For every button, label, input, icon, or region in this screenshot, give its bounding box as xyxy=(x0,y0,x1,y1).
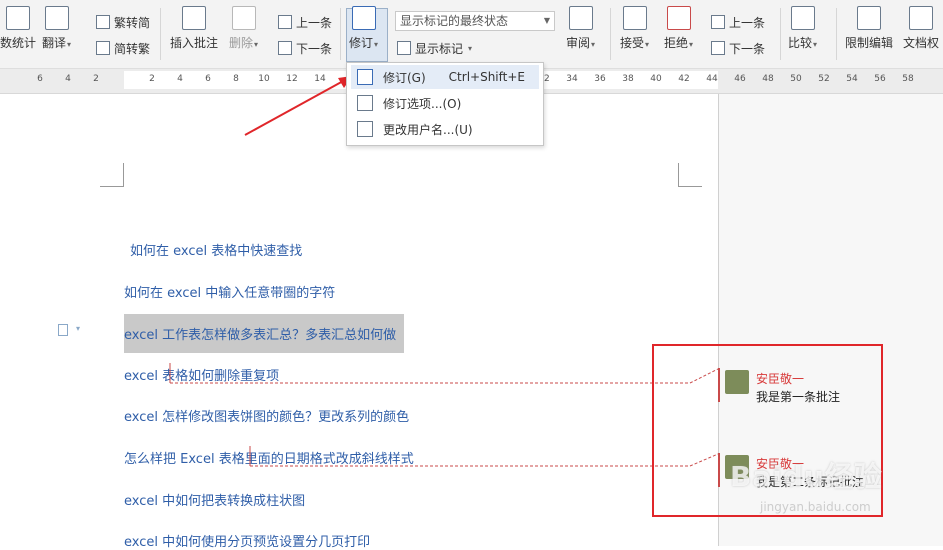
ruler-tick-label: 8 xyxy=(233,74,239,84)
doc-line-selected: excel 工作表怎样做多表汇总？多表汇总如何做 xyxy=(124,314,405,353)
compare-icon xyxy=(790,6,815,30)
page-corner-mark xyxy=(100,163,124,187)
ruler-tick-label: 2 xyxy=(93,74,99,84)
translate-button[interactable]: 翻译▾ xyxy=(42,6,71,51)
trad-simp-icon xyxy=(96,15,110,29)
restrict-editing-icon xyxy=(857,6,881,30)
prev-change-button[interactable]: 上一条 xyxy=(711,12,765,32)
ruler-tick-label: 12 xyxy=(286,74,298,84)
next-change-button[interactable]: 下一条 xyxy=(711,38,765,58)
reject-button[interactable]: 拒绝▾ xyxy=(664,6,693,51)
prev-comment-button[interactable]: 上一条 xyxy=(278,12,332,32)
ruler-tick-label: 4 xyxy=(65,74,71,84)
delete-icon xyxy=(231,6,256,30)
menu-item-revise[interactable]: 修订(G) Ctrl+Shift+E xyxy=(351,65,539,89)
paragraph-format-icon[interactable] xyxy=(58,324,68,336)
ruler-tick-label: 2 xyxy=(149,74,155,84)
ruler-tick-label: 44 xyxy=(706,74,718,84)
accept-button[interactable]: 接受▾ xyxy=(620,6,649,51)
ruler-tick-label: 54 xyxy=(846,74,858,84)
markup-state-select[interactable]: 显示标记的最终状态 ▼ xyxy=(395,11,555,31)
ruler-tick-label: 40 xyxy=(650,74,662,84)
insert-comment-button[interactable]: 插入批注 xyxy=(170,6,218,51)
ruler-tick-label: 50 xyxy=(790,74,802,84)
ruler-tick-label: 38 xyxy=(622,74,634,84)
separator xyxy=(610,8,611,60)
doc-line: excel 怎样修改图表饼图的颜色？更改系列的颜色 xyxy=(124,410,410,425)
revise-icon xyxy=(351,6,376,30)
word-count-icon xyxy=(6,6,30,30)
separator xyxy=(836,8,837,60)
trad-to-simp-button[interactable]: 繁转简 xyxy=(96,12,150,32)
ruler-tick-label: 56 xyxy=(874,74,886,84)
watermark-url: jingyan.baidu.com xyxy=(760,500,871,514)
ruler-tick-label: 6 xyxy=(205,74,211,84)
compare-button[interactable]: 比较▾ xyxy=(788,6,817,51)
doc-line: 怎么样把 Excel 表格里面的日期格式改成斜线样式 xyxy=(124,452,414,467)
doc-line: 如何在 excel 中输入任意带圈的字符 xyxy=(124,286,336,301)
next-change-icon xyxy=(711,41,725,55)
ruler-tick-label: 36 xyxy=(594,74,606,84)
separator xyxy=(160,8,161,60)
menu-item-revise-options[interactable]: 修订选项...(O) xyxy=(351,91,539,115)
ribbon-toolbar: 数统计 翻译▾ 繁转简 简转繁 插入批注 删除▾ 上一条 下一条 修订▾ 显示标… xyxy=(0,0,943,69)
delete-button[interactable]: 删除▾ xyxy=(229,6,258,51)
menu-item-change-username[interactable]: 更改用户名...(U) xyxy=(351,117,539,141)
ruler-tick-label: 10 xyxy=(258,74,270,84)
ruler-tick-label: 14 xyxy=(314,74,326,84)
ruler-tick-label: 52 xyxy=(818,74,830,84)
ruler-tick-label: 42 xyxy=(678,74,690,84)
prev-icon xyxy=(278,15,292,29)
translate-icon xyxy=(44,6,69,30)
reject-icon xyxy=(666,6,691,30)
ruler-tick-label: 58 xyxy=(902,74,914,84)
ruler-tick-label: 6 xyxy=(37,74,43,84)
options-icon xyxy=(357,95,373,111)
next-icon xyxy=(278,41,292,55)
accept-icon xyxy=(622,6,647,30)
simp-to-trad-button[interactable]: 简转繁 xyxy=(96,38,150,58)
doc-line: 如何在 excel 表格中快速查找 xyxy=(130,244,303,259)
chevron-down-icon[interactable]: ▾ xyxy=(76,324,80,333)
separator xyxy=(340,8,341,60)
document-permission-icon xyxy=(909,6,933,30)
chevron-down-icon: ▼ xyxy=(543,16,550,25)
doc-line: excel 中如何使用分页预览设置分几页打印 xyxy=(124,535,371,550)
show-markup-icon xyxy=(397,41,411,55)
revise-button-content[interactable]: 修订▾ xyxy=(349,6,378,51)
revise-icon xyxy=(357,69,373,85)
document-permission-button[interactable]: 文档权 xyxy=(903,6,939,51)
watermark-logo: Baidu经验 xyxy=(730,460,883,493)
ruler-tick-label: 34 xyxy=(566,74,578,84)
ruler-tick-label: 48 xyxy=(762,74,774,84)
page-corner-mark xyxy=(678,163,702,187)
revise-dropdown-menu: 修订(G) Ctrl+Shift+E 修订选项...(O) 更改用户名...(U… xyxy=(346,62,544,146)
ruler-tick-label: 4 xyxy=(177,74,183,84)
insert-comment-icon xyxy=(182,6,206,30)
review-pane-icon xyxy=(568,6,593,30)
next-comment-button[interactable]: 下一条 xyxy=(278,38,332,58)
ruler-tick-label: 46 xyxy=(734,74,746,84)
separator xyxy=(780,8,781,60)
doc-line: excel 中如何把表转换成柱状图 xyxy=(124,494,306,509)
prev-change-icon xyxy=(711,15,725,29)
restrict-editing-button[interactable]: 限制编辑 xyxy=(845,6,893,51)
simp-trad-icon xyxy=(96,41,110,55)
user-icon xyxy=(357,121,373,137)
review-pane-button[interactable]: 审阅▾ xyxy=(566,6,595,51)
doc-line: excel 表格如何删除重复项 xyxy=(124,369,280,384)
show-markup-button[interactable]: 显示标记 ▾ xyxy=(397,38,472,58)
word-count-button[interactable]: 数统计 xyxy=(0,6,36,51)
